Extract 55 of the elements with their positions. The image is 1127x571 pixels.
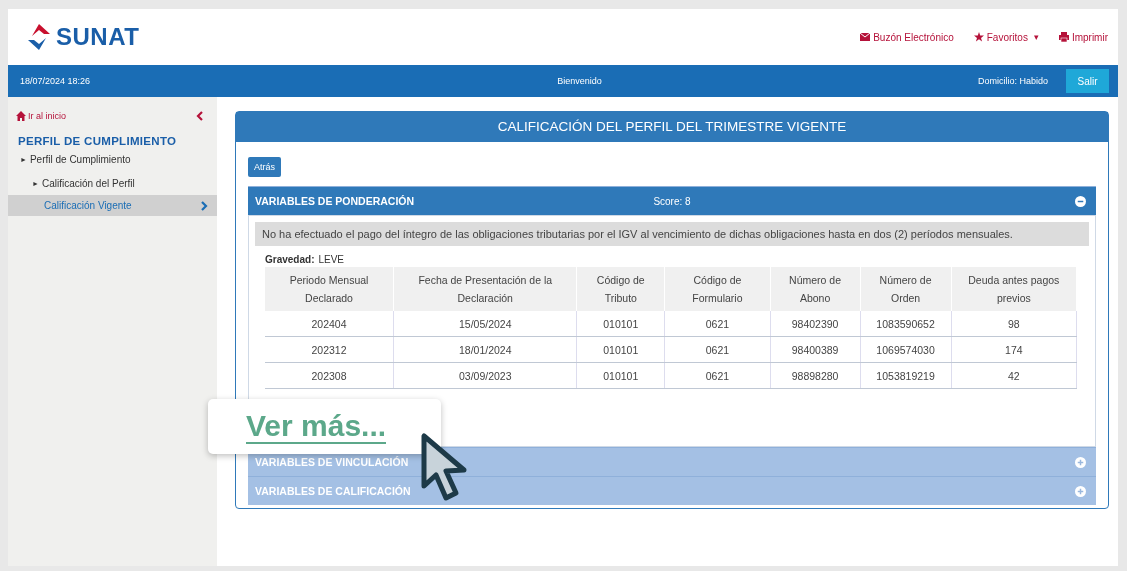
table-cell: 1069574030 — [860, 336, 952, 363]
chevron-right-icon — [201, 200, 208, 211]
collapse-icon[interactable] — [196, 111, 203, 121]
table-cell: 15/05/2024 — [393, 311, 577, 337]
collapse-icon — [1075, 195, 1086, 207]
column-header: Periodo Mensual Declarado — [265, 267, 394, 311]
printer-icon — [1058, 32, 1069, 42]
menu-item[interactable]: Calificación Vigente — [8, 195, 217, 216]
column-header: Fecha de Presentación de la Declaración — [393, 267, 577, 311]
table-cell: 202312 — [265, 336, 394, 363]
home-icon — [16, 111, 26, 121]
table-cell: 98 — [951, 311, 1077, 337]
table-cell: 42 — [951, 362, 1077, 389]
table-cell: 010101 — [576, 311, 665, 337]
column-header: Código de Tributo — [576, 267, 665, 311]
welcome-text: Bienvenido — [556, 76, 603, 86]
table-cell: 010101 — [576, 336, 665, 363]
table-cell: 010101 — [576, 362, 665, 389]
expand-icon — [1075, 456, 1086, 468]
column-header: Número de Abono — [770, 267, 860, 311]
severity-value: LEVE — [318, 254, 345, 265]
table-cell: 0621 — [664, 362, 771, 389]
panel-title: CALIFICACIÓN DEL PERFIL DEL TRIMESTRE VIGENTE — [236, 112, 1108, 142]
table-cell: 1083590652 — [860, 311, 952, 337]
table-cell: 18/01/2024 — [393, 336, 577, 363]
table-cell: 0621 — [664, 336, 771, 363]
table-cell: 202308 — [265, 362, 394, 389]
table-cell: 98400389 — [770, 336, 860, 363]
section-title: PERFIL DE CUMPLIMIENTO — [17, 134, 178, 147]
expand-icon — [1075, 485, 1086, 497]
envelope-icon — [860, 32, 871, 42]
column-header: Deuda antes pagos previos — [951, 267, 1077, 311]
logo-text: SUNAT — [56, 23, 140, 51]
table-cell: 98402390 — [770, 311, 860, 337]
header-link[interactable]: Buzón Electrónico — [860, 31, 954, 43]
column-header: Número de Orden — [860, 267, 952, 311]
table-cell: 174 — [951, 336, 1077, 363]
back-button[interactable]: Atrás — [248, 157, 281, 177]
accordion-header[interactable]: VARIABLES DE PONDERACIÓN Score: 8 — [248, 186, 1096, 215]
message-text: No ha efectuado el pago del íntegro de las obligaciones tributarias por el IGV al vencimiento de dichas obligaciones hasta en dos (2) períodos mensuales. — [255, 222, 1089, 246]
date-time: 18/07/2024 18:26 — [20, 76, 92, 86]
star-icon — [973, 32, 984, 42]
table-cell: 03/09/2023 — [393, 362, 577, 389]
header-link[interactable]: Favoritos ▾ — [973, 31, 1039, 43]
table-cell: 1053819219 — [860, 362, 952, 389]
logout-button[interactable]: Salir — [1066, 69, 1109, 93]
address-status: Domicilio: Habido — [977, 76, 1048, 86]
home-link[interactable]: Ir al inicio — [16, 111, 66, 121]
see-more-link[interactable]: Ver más... — [246, 409, 387, 444]
severity-label: Gravedad: — [265, 254, 315, 265]
table-cell: 202404 — [265, 311, 394, 337]
table-cell: 98898280 — [770, 362, 860, 389]
table-cell: 0621 — [664, 311, 771, 337]
column-header: Código de Formulario — [664, 267, 771, 311]
header-link[interactable]: Imprimir — [1058, 31, 1108, 43]
